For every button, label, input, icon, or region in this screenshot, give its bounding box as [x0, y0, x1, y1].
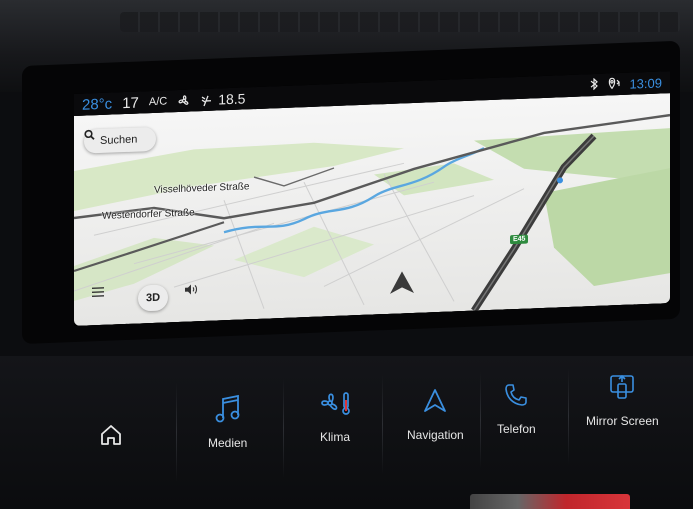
highway-shield: E45	[510, 234, 529, 245]
navigation-arrow-icon	[421, 384, 449, 418]
hazard-strip	[470, 494, 630, 509]
home-button[interactable]	[98, 418, 124, 462]
climate-button[interactable]: Klima	[318, 386, 352, 444]
climate-label: Klima	[319, 430, 350, 444]
divider	[283, 378, 284, 478]
outside-temperature[interactable]: 28°c	[82, 95, 112, 113]
navigation-button[interactable]: Navigation	[407, 384, 464, 442]
divider	[480, 372, 481, 468]
hamburger-icon	[92, 287, 104, 298]
fan-level[interactable]: 17	[122, 94, 139, 112]
search-button[interactable]: Suchen	[84, 126, 156, 154]
seat-airflow-icon[interactable]	[201, 93, 215, 108]
media-label: Medien	[208, 436, 248, 450]
music-note-icon	[213, 392, 243, 426]
divider	[568, 368, 569, 464]
location-sync-icon	[607, 76, 621, 92]
media-button[interactable]: Medien	[208, 392, 247, 450]
clock: 13:09	[629, 74, 662, 92]
fan-icon[interactable]	[177, 93, 191, 108]
divider	[382, 374, 383, 474]
ac-label[interactable]: A/C	[149, 95, 167, 108]
navigation-map[interactable]: Visselhöveder Straße Westendorfer Straße…	[74, 93, 670, 327]
screen-frame: 28°c 17 A/C 18.5 13:09 Visselhöveder Str…	[22, 40, 680, 344]
speaker-icon	[185, 284, 198, 295]
navigation-label: Navigation	[407, 428, 464, 442]
seat-temperature[interactable]: 18.5	[218, 90, 245, 107]
mirror-screen-icon	[608, 370, 636, 404]
home-icon	[98, 418, 124, 452]
climate-fan-icon	[318, 386, 352, 420]
phone-icon	[503, 378, 529, 412]
bluetooth-icon	[589, 77, 599, 92]
infotainment-screen: 28°c 17 A/C 18.5 13:09 Visselhöveder Str…	[74, 71, 670, 327]
phone-button[interactable]: Telefon	[497, 378, 536, 436]
divider	[176, 382, 177, 482]
phone-label: Telefon	[497, 422, 536, 436]
air-vent	[120, 12, 680, 32]
search-label: Suchen	[100, 133, 138, 148]
mirror-screen-label: Mirror Screen	[586, 414, 659, 428]
mirror-screen-button[interactable]: Mirror Screen	[586, 370, 659, 428]
